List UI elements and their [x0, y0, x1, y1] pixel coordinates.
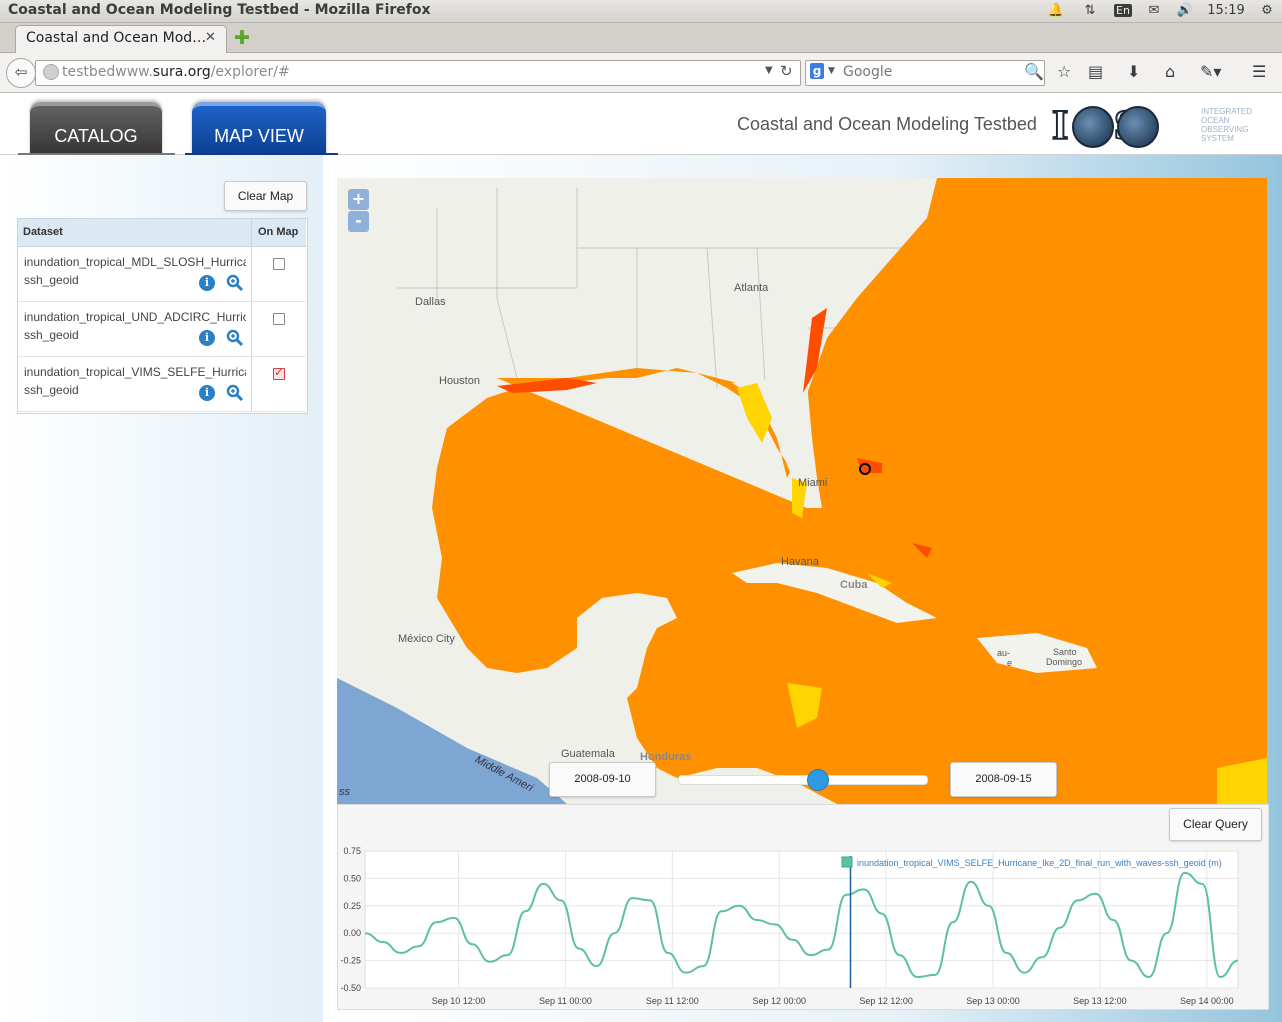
y-tick-label: 0.50 [343, 873, 361, 883]
time-slider-track[interactable] [678, 775, 928, 785]
dataset-variable: ssh_geoid [24, 383, 79, 397]
x-tick-label: Sep 11 12:00 [646, 996, 699, 1006]
map-canvas[interactable] [337, 178, 1267, 804]
back-arrow-icon[interactable]: ⇦ [6, 58, 36, 88]
url-path: /explorer/# [210, 64, 290, 80]
timeseries-chart[interactable]: 0.750.500.250.00-0.25-0.50 Sep 10 12:00 S… [337, 840, 1262, 1010]
mail-icon[interactable]: ✉ [1144, 3, 1164, 19]
search-magnifier-icon[interactable]: 🔍 [1024, 62, 1044, 81]
logo-sub-line: OBSERVING [1201, 125, 1249, 134]
search-bar[interactable] [805, 60, 1045, 86]
map-label: Miami [798, 477, 828, 489]
menu-hamburger-icon[interactable]: ☰ [1252, 62, 1266, 81]
search-engine-dropdown-icon[interactable]: ▼ [828, 66, 835, 76]
zoom-to-dataset-icon[interactable] [226, 384, 244, 402]
logo-sub-line: SYSTEM [1201, 134, 1234, 143]
url-domain: sura.org [152, 64, 211, 80]
reload-icon[interactable]: ↻ [780, 62, 793, 80]
y-tick-label: -0.50 [340, 983, 361, 993]
map-label: Domingo [1046, 657, 1083, 667]
map-label: Atlanta [734, 282, 769, 294]
y-tick-label: 0.25 [343, 901, 361, 911]
zoom-to-dataset-icon[interactable] [226, 274, 244, 292]
info-icon[interactable]: i [199, 385, 215, 401]
zoom-out-button[interactable]: - [348, 211, 369, 232]
logo-globe-icon [1117, 106, 1159, 148]
logo-sub-line: INTEGRATED [1201, 107, 1252, 116]
url-prefix: testbedwww. [62, 64, 153, 80]
downloads-arrow-icon[interactable]: ⬇ [1127, 62, 1140, 81]
url-history-dropdown-icon[interactable]: ▼ [765, 65, 773, 76]
x-tick-label: Sep 10 12:00 [432, 996, 486, 1006]
logo-globe-icon [1072, 106, 1114, 148]
x-tick-label: Sep 12 00:00 [752, 996, 806, 1006]
col-dataset-header: Dataset [23, 226, 63, 238]
clear-query-button[interactable]: Clear Query [1169, 808, 1262, 841]
legend-label: inundation_tropical_VIMS_SELFE_Hurricane… [857, 858, 1222, 868]
logo-sub-line: OCEAN [1201, 116, 1230, 125]
x-axis-ticks: Sep 10 12:00 Sep 11 00:00 Sep 11 12:00 Sep … [432, 996, 1234, 1006]
zoom-to-dataset-icon[interactable] [226, 329, 244, 347]
end-date-box[interactable]: 2008-09-15 [950, 762, 1057, 797]
bookmarks-list-icon[interactable]: ▤ [1088, 62, 1103, 81]
start-date-box[interactable]: 2008-09-10 [549, 762, 656, 797]
y-tick-label: -0.25 [340, 956, 361, 966]
network-arrows-icon[interactable]: ⇅ [1080, 3, 1100, 19]
y-tick-label: 0.00 [343, 928, 361, 938]
on-map-checkbox-checked[interactable] [273, 365, 285, 380]
map-view[interactable]: Dallas Atlanta Houston Miami Havana Cuba… [337, 178, 1267, 804]
addon-icon[interactable]: ✎▾ [1200, 62, 1221, 81]
map-label: e [1007, 658, 1013, 668]
col-onmap-header: On Map [258, 226, 299, 238]
info-icon[interactable]: i [199, 275, 215, 291]
browser-tab-title: Coastal and Ocean Mod… [26, 30, 207, 46]
on-map-checkbox[interactable] [273, 313, 285, 325]
map-label: ss [339, 786, 350, 798]
clear-map-button[interactable]: Clear Map [224, 181, 307, 211]
ioos-subtitle: INTEGRATED OCEAN OBSERVING SYSTEM [1201, 107, 1252, 143]
google-engine-icon[interactable]: g [810, 63, 824, 79]
dataset-variable: ssh_geoid [24, 273, 79, 287]
home-icon[interactable]: ⌂ [1165, 62, 1175, 81]
site-identity-globe-icon[interactable] [43, 64, 59, 80]
info-icon[interactable]: i [199, 330, 215, 346]
dataset-variable: ssh_geoid [24, 328, 79, 342]
clock[interactable]: 15:19 [1206, 3, 1246, 19]
x-tick-label: Sep 14 00:00 [1180, 996, 1234, 1006]
window-title: Coastal and Ocean Modeling Testbed - Moz… [8, 2, 431, 18]
map-label: Havana [781, 556, 819, 568]
search-input[interactable]: Google [843, 64, 892, 80]
settings-gear-icon[interactable]: ⚙ [1258, 3, 1276, 19]
bookmark-star-icon[interactable]: ☆ [1057, 62, 1071, 81]
y-axis-ticks: 0.75 0.50 0.25 0.00 -0.25 -0.50 [340, 846, 361, 993]
x-tick-label: Sep 12 12:00 [859, 996, 913, 1006]
dataset-name: inundation_tropical_VIMS_SELFE_Hurricane… [24, 365, 246, 379]
query-point-marker [859, 463, 871, 475]
on-map-checkbox[interactable] [273, 258, 285, 270]
close-tab-icon[interactable]: ✕ [205, 30, 216, 45]
map-label: au- [997, 648, 1011, 658]
x-tick-label: Sep 13 00:00 [966, 996, 1020, 1006]
volume-icon[interactable]: 🔊 [1175, 3, 1195, 19]
x-tick-label: Sep 11 00:00 [539, 996, 592, 1006]
keyboard-layout-indicator[interactable]: En [1113, 3, 1133, 19]
map-label: Guatemala [561, 748, 615, 760]
dataset-name: inundation_tropical_MDL_SLOSH_Hurricane_… [24, 255, 246, 269]
new-tab-icon[interactable]: ✚ [234, 27, 250, 49]
x-tick-label: Sep 13 12:00 [1073, 996, 1127, 1006]
site-title: Coastal and Ocean Modeling Testbed [737, 114, 1037, 134]
url-text[interactable]: testbedwww.sura.org/explorer/# [62, 64, 290, 80]
plot-area [364, 850, 1239, 989]
legend-swatch [841, 856, 853, 868]
notification-bell-icon[interactable]: 🔔 [1047, 3, 1065, 19]
dataset-name: inundation_tropical_UND_ADCIRC_Hurricane… [24, 310, 246, 324]
zoom-in-button[interactable]: + [348, 189, 369, 210]
map-label: Dallas [415, 296, 446, 308]
y-tick-label: 0.75 [343, 846, 361, 856]
map-label: México City [398, 633, 455, 645]
map-label: Houston [439, 375, 480, 387]
time-slider-handle[interactable] [806, 769, 829, 791]
map-label: Cuba [840, 579, 868, 591]
map-label: Santo [1053, 647, 1077, 657]
